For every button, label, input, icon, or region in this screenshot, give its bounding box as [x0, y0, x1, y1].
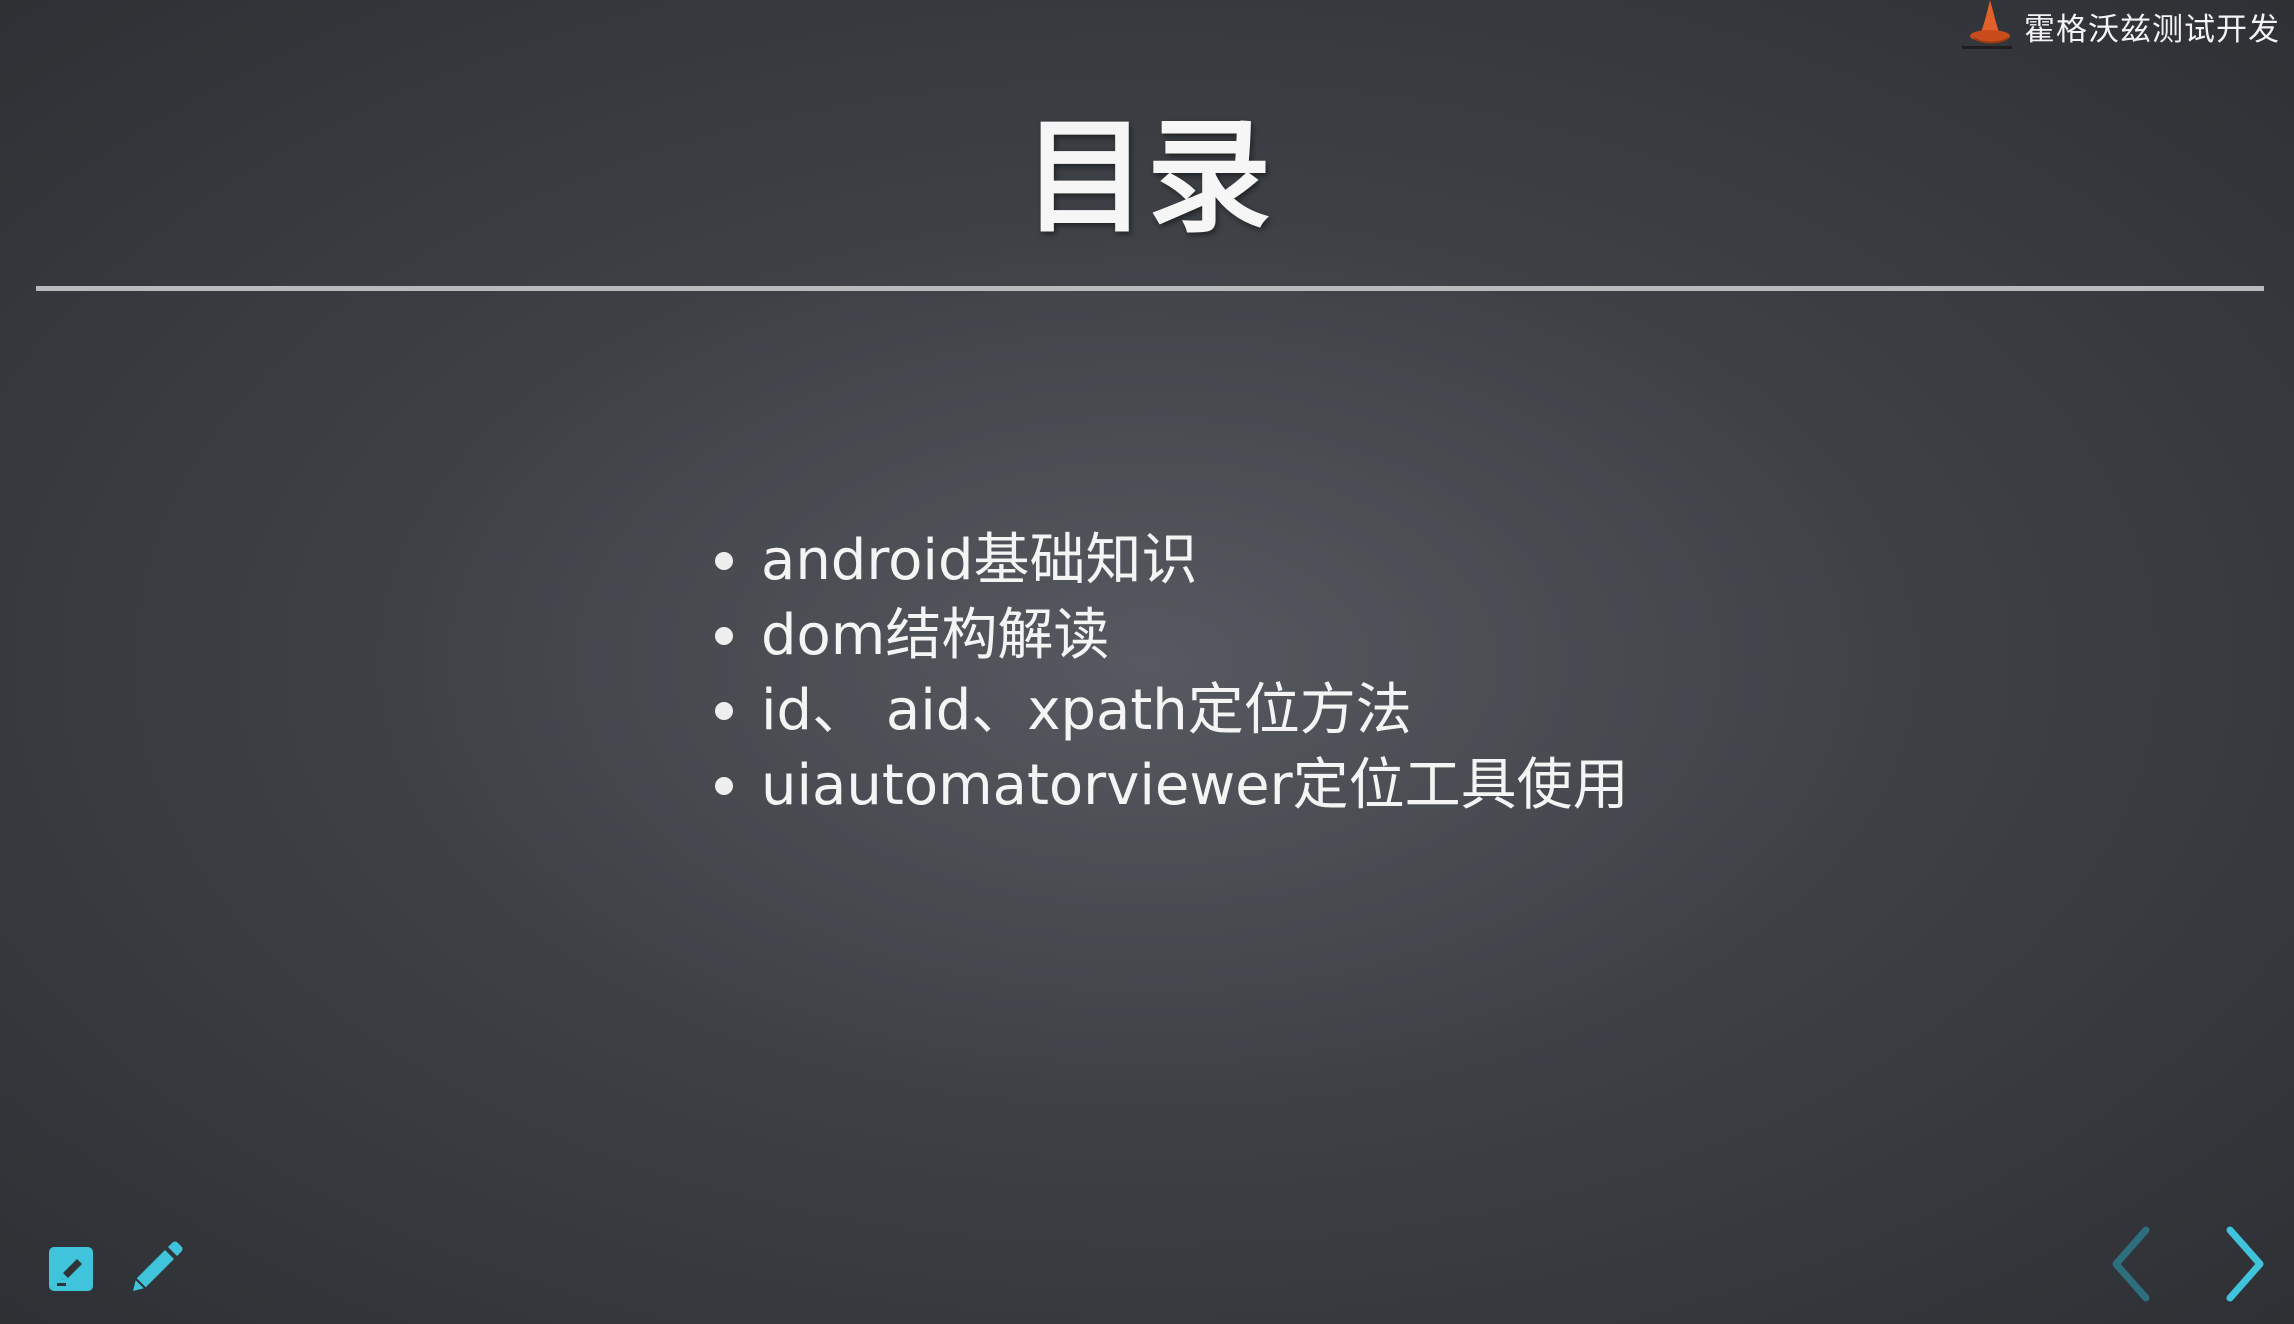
- title-divider: [36, 286, 2264, 291]
- toc-item-label: android基础知识: [761, 528, 1198, 593]
- toc-item: android基础知识: [715, 523, 1629, 598]
- toc-item: dom结构解读: [715, 598, 1629, 673]
- bullet-icon: [715, 627, 733, 645]
- bullet-icon: [715, 552, 733, 570]
- toc-item-label: dom结构解读: [761, 603, 1110, 668]
- toc-item: uiautomatorviewer定位工具使用: [715, 748, 1629, 823]
- bullet-icon: [715, 702, 733, 720]
- bullet-icon: [715, 777, 733, 795]
- wizard-hat-logo-icon: [1962, 0, 2012, 49]
- toc-item-label: uiautomatorviewer定位工具使用: [761, 753, 1629, 818]
- toc-item: id、 aid、xpath定位方法: [715, 673, 1629, 748]
- pencil-icon[interactable]: [127, 1241, 183, 1297]
- chevron-right-icon[interactable]: [2222, 1226, 2268, 1302]
- brand-name: 霍格沃兹测试开发: [2024, 11, 2280, 48]
- toc-item-label: id、 aid、xpath定位方法: [761, 678, 1412, 743]
- brand: 霍格沃兹测试开发: [1956, 0, 2280, 52]
- toc-list: android基础知识 dom结构解读 id、 aid、xpath定位方法 ui…: [715, 523, 1629, 823]
- edit-square-icon[interactable]: [48, 1246, 94, 1292]
- slide-title: 目录: [1022, 106, 1271, 250]
- chevron-left-icon[interactable]: [2108, 1226, 2154, 1302]
